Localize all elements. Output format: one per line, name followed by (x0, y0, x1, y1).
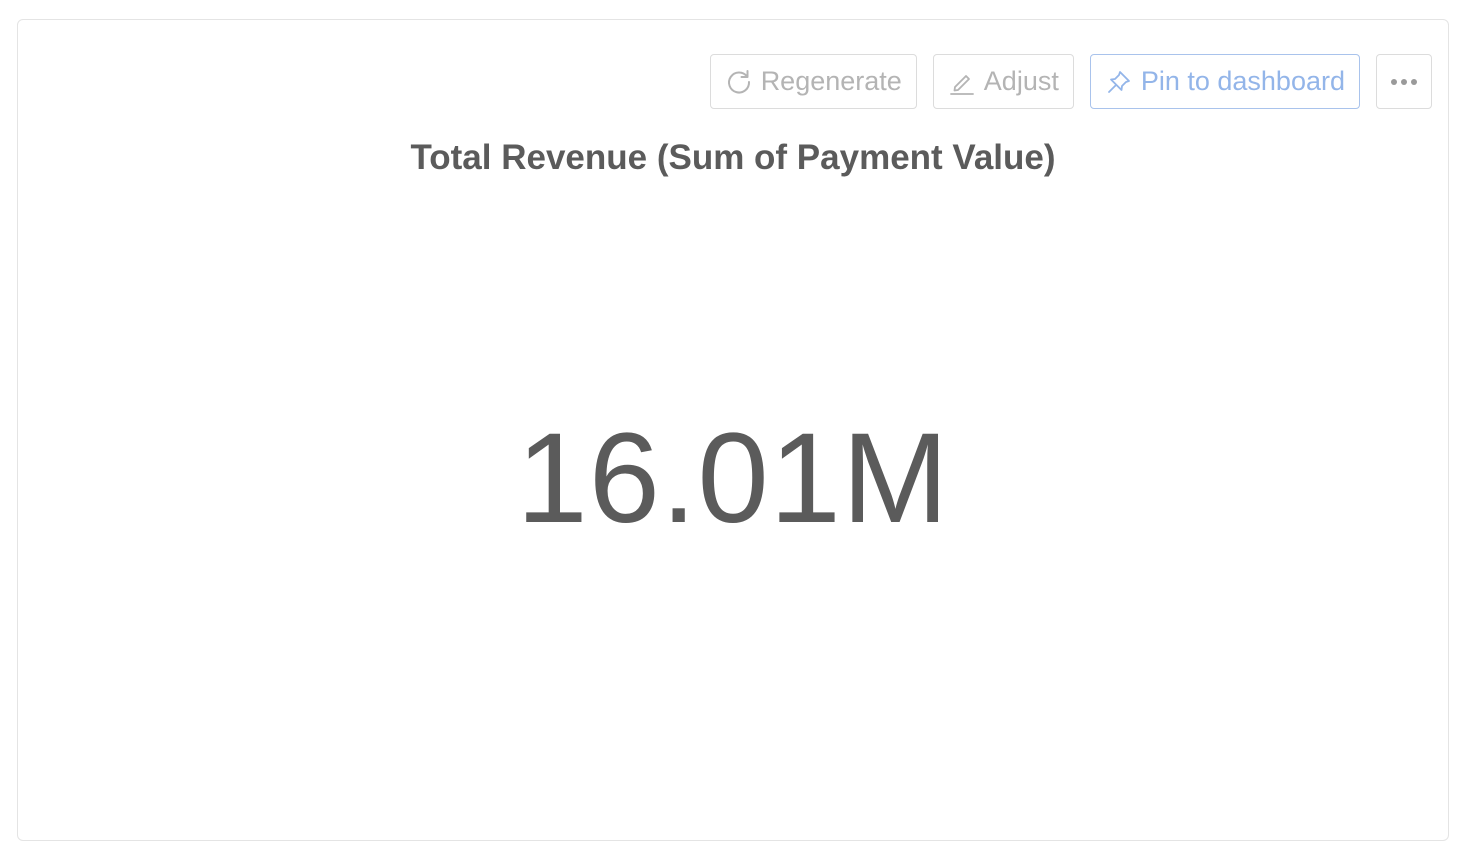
pin-to-dashboard-label: Pin to dashboard (1140, 66, 1345, 96)
regenerate-button[interactable]: Regenerate (709, 54, 917, 109)
pin-icon (1107, 70, 1130, 93)
card-toolbar: Regenerate Adjust Pin to dashboard (709, 54, 1432, 109)
metric-value: 16.01M (516, 407, 950, 550)
pin-to-dashboard-button[interactable]: Pin to dashboard (1089, 54, 1360, 109)
pencil-icon (949, 74, 974, 95)
adjust-button[interactable]: Adjust (932, 54, 1074, 109)
adjust-label: Adjust (983, 66, 1059, 96)
more-horizontal-icon (1391, 78, 1417, 85)
more-options-button[interactable] (1376, 54, 1432, 109)
metric-card: Regenerate Adjust Pin to dashboard Total… (17, 19, 1449, 841)
refresh-icon (727, 69, 750, 93)
card-title: Total Revenue (Sum of Payment Value) (410, 138, 1056, 177)
regenerate-label: Regenerate (760, 66, 902, 96)
